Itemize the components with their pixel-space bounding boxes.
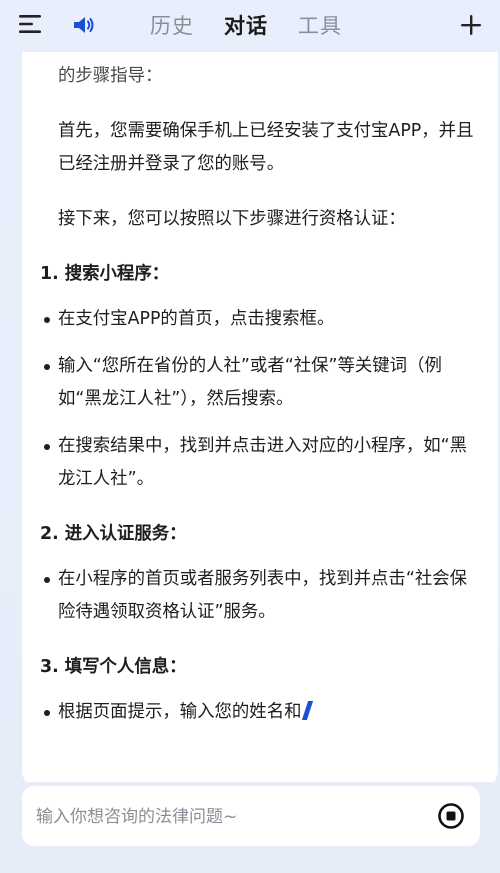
list-item: 输入“您所在省份的人社”或者“社保”等关键词（例如“黑龙江人社”），然后搜索。 [44,350,483,416]
speaker-volume-icon[interactable] [72,14,96,36]
tab-tools[interactable]: 工具 [298,8,342,44]
list-item: 在支付宝APP的首页，点击搜索框。 [44,303,483,336]
list-item: 在小程序的首页或者服务列表中，找到并点击“社会保险待遇领取资格认证”服务。 [44,563,483,629]
message-paragraph: 首先，您需要确保手机上已经安装了支付宝APP，并且已经注册并登录了您的账号。 [58,121,474,174]
list-item: 在搜索结果中，找到并点击进入对应的小程序，如“黑龙江人社”。 [44,430,483,496]
plus-icon[interactable] [460,14,482,36]
list-item-text: 根据页面提示，输入您的姓名和 [58,702,302,722]
hamburger-menu-icon[interactable] [18,12,44,36]
tab-bar: 历史 对话 工具 [150,8,342,44]
step-title: 3. 填写个人信息： [40,657,187,677]
tab-history[interactable]: 历史 [150,8,194,44]
question-input[interactable] [34,796,428,838]
list-item: 根据页面提示，输入您的姓名和 [44,696,483,729]
tab-dialogue[interactable]: 对话 [224,8,268,44]
top-bar: 历史 对话 工具 [0,0,500,52]
stop-generating-icon[interactable] [437,802,465,830]
chat-input-bar [22,786,480,846]
assistant-message-content: 认证，其实是一个相对简单且方便的过程。以下是详细的步骤指导： 首先，您需要确保手… [40,33,483,743]
message-area[interactable]: 认证，其实是一个相对简单且方便的过程。以下是详细的步骤指导： 首先，您需要确保手… [0,30,500,782]
message-paragraph: 接下来，您可以按照以下步骤进行资格认证： [58,209,406,229]
step-title: 2. 进入认证服务： [40,524,187,544]
typing-cursor [302,701,314,720]
step-title: 1. 搜索小程序： [40,264,170,284]
